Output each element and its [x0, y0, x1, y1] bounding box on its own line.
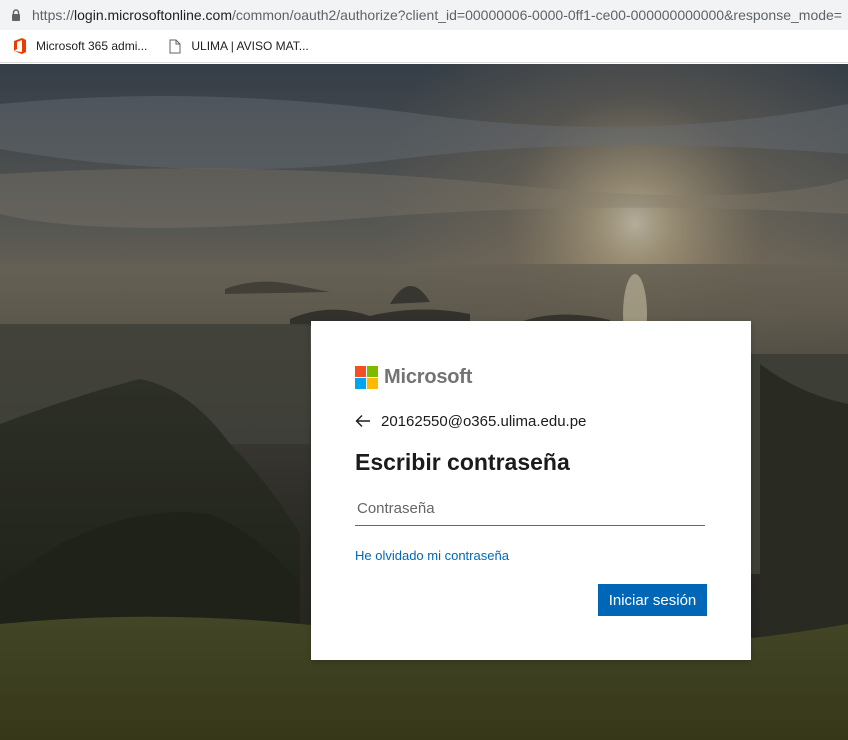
logo-square-blue: [355, 377, 366, 389]
microsoft-logo-icon: [355, 365, 378, 389]
bookmark-label: Microsoft 365 admi...: [36, 39, 148, 53]
bookmark-ulima[interactable]: ULIMA | AVISO MAT...: [167, 38, 309, 54]
back-arrow-icon[interactable]: [355, 411, 377, 431]
url-text[interactable]: https://login.microsoftonline.com/common…: [32, 7, 842, 23]
page-title: Escribir contraseña: [355, 449, 570, 475]
address-bar[interactable]: https://login.microsoftonline.com/common…: [0, 0, 848, 30]
login-card: Microsoft 20162550@o365.ulima.edu.pe Esc…: [311, 321, 751, 660]
logo-square-green: [367, 365, 378, 377]
forgot-password-link[interactable]: He olvidado mi contraseña: [355, 548, 509, 563]
identity-email: 20162550@o365.ulima.edu.pe: [381, 412, 587, 430]
bookmark-microsoft-365[interactable]: Microsoft 365 admi...: [12, 38, 147, 54]
logo-square-red: [355, 365, 366, 377]
lock-icon[interactable]: [0, 9, 32, 21]
bookmark-label: ULIMA | AVISO MAT...: [191, 39, 309, 53]
password-field[interactable]: [355, 492, 705, 526]
signin-button[interactable]: Iniciar sesión: [598, 584, 707, 616]
bookmarks-bar: Microsoft 365 admi... ULIMA | AVISO MAT.…: [0, 30, 848, 63]
logo-square-yellow: [367, 377, 378, 389]
brand-name: Microsoft: [384, 365, 473, 388]
brand: Microsoft: [355, 365, 707, 389]
page-icon: [167, 38, 183, 54]
office-icon: [12, 38, 28, 54]
identity-row: 20162550@o365.ulima.edu.pe: [355, 409, 707, 433]
